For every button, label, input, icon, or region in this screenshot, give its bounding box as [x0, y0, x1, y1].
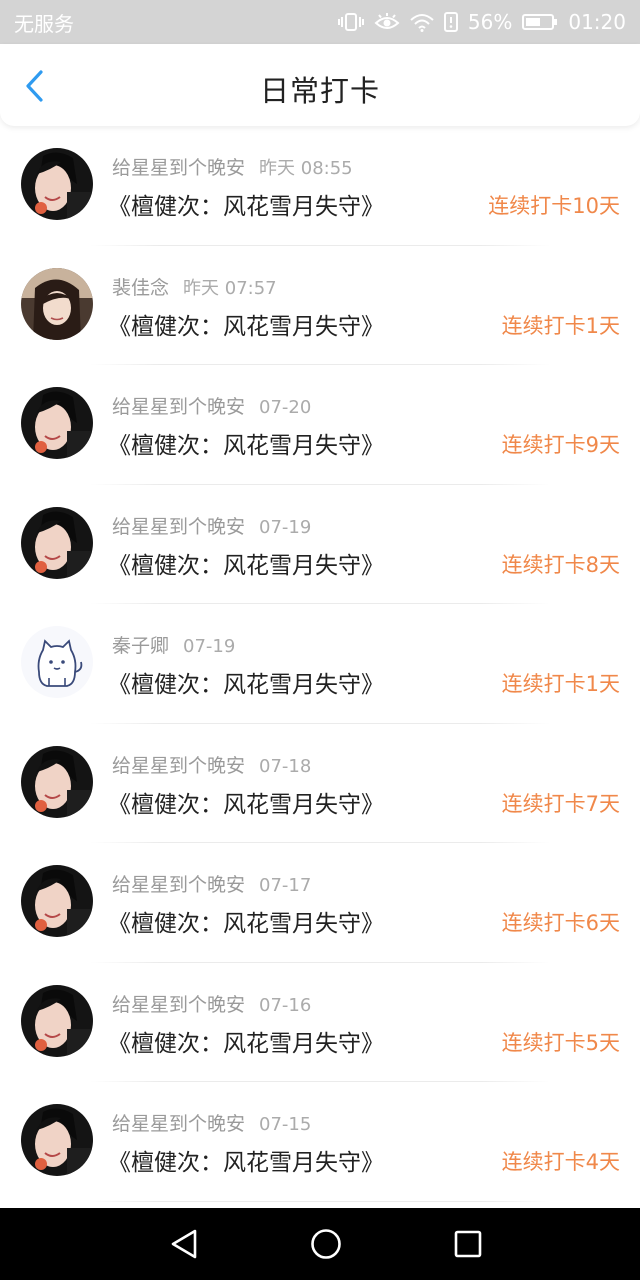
item-meta: 秦子卿 07-19 [112, 631, 235, 658]
book-title[interactable]: 《檀健次：风花雪月失守》 [108, 785, 384, 819]
app-header: 日常打卡 [0, 44, 640, 126]
item-meta: 裴佳念 昨天 07:57 [112, 273, 277, 300]
streak-badge: 连续打卡6天 [501, 911, 620, 935]
list-item[interactable]: 秦子卿 07-19 《檀健次：风花雪月失守》 连续打卡1天 [0, 604, 640, 724]
status-bar: 无服务 56% 01:20 [0, 0, 640, 44]
user-avatar[interactable] [21, 745, 93, 818]
streak-badge: 连续打卡1天 [501, 313, 620, 338]
status-icons: 56% 01:20 [337, 10, 626, 34]
list-item[interactable]: 给星星到个晚安 07-18 《檀健次：风花雪月失守》 连续打卡7天 [0, 724, 640, 843]
user-avatar[interactable] [21, 626, 93, 698]
checkin-list: 给星星到个晚安 昨天 08:55 《檀健次：风花雪月失守》 连续打卡10天 裴佳念… [0, 126, 640, 1202]
checkin-time: 07-16 [259, 994, 312, 1016]
book-title[interactable]: 《檀健次：风花雪月失守》 [108, 1143, 384, 1177]
back-triangle-icon [171, 1229, 197, 1259]
item-meta: 给星星到个晚安 07-15 [112, 1109, 311, 1136]
item-meta: 给星星到个晚安 07-18 [112, 751, 311, 778]
streak-badge: 连续打卡5天 [501, 1030, 620, 1055]
wifi-icon [410, 12, 434, 32]
list-item[interactable]: 给星星到个晚安 07-19 《檀健次：风花雪月失守》 连续打卡8天 [0, 485, 640, 604]
item-meta: 给星星到个晚安 07-19 [112, 512, 311, 539]
nav-recents-button[interactable] [446, 1222, 490, 1266]
user-name[interactable]: 给星星到个晚安 [112, 755, 245, 777]
list-item[interactable]: 给星星到个晚安 昨天 08:55 《檀健次：风花雪月失守》 连续打卡10天 [0, 126, 640, 246]
item-meta: 给星星到个晚安 07-17 [112, 870, 311, 897]
checkin-time: 昨天 08:55 [259, 158, 353, 179]
user-name[interactable]: 给星星到个晚安 [112, 1113, 245, 1135]
book-title[interactable]: 《檀健次：风花雪月失守》 [108, 426, 384, 460]
battery-alert-icon [443, 12, 458, 32]
recents-square-icon [454, 1230, 482, 1258]
streak-badge: 连续打卡1天 [501, 672, 620, 696]
streak-badge: 连续打卡7天 [501, 791, 620, 816]
user-avatar[interactable] [21, 267, 93, 340]
battery-icon [522, 12, 558, 32]
book-title[interactable]: 《檀健次：风花雪月失守》 [108, 665, 384, 699]
user-name[interactable]: 裴佳念 [112, 277, 169, 299]
user-name[interactable]: 给星星到个晚安 [112, 396, 245, 418]
item-meta: 给星星到个晚安 07-16 [112, 990, 311, 1017]
battery-percent: 56% [467, 10, 513, 34]
item-meta: 给星星到个晚安 昨天 08:55 [112, 153, 353, 180]
user-name[interactable]: 给星星到个晚安 [112, 157, 245, 179]
checkin-time: 07-20 [259, 397, 312, 418]
list-item[interactable]: 给星星到个晚安 07-16 《檀健次：风花雪月失守》 连续打卡5天 [0, 963, 640, 1082]
nav-home-button[interactable] [304, 1222, 348, 1266]
user-avatar[interactable] [21, 387, 93, 459]
checkin-time: 07-17 [259, 875, 312, 896]
list-item[interactable]: 给星星到个晚安 07-17 《檀健次：风花雪月失守》 连续打卡6天 [0, 843, 640, 963]
page-title: 日常打卡 [259, 74, 380, 108]
book-title[interactable]: 《檀健次：风花雪月失守》 [108, 546, 384, 580]
checkin-time: 07-19 [183, 636, 236, 657]
checkin-time: 07-19 [259, 516, 312, 538]
book-title[interactable]: 《檀健次：风花雪月失守》 [108, 307, 384, 341]
user-name[interactable]: 给星星到个晚安 [112, 516, 245, 538]
checkin-time: 07-15 [259, 1114, 312, 1135]
streak-badge: 连续打卡10天 [488, 194, 620, 218]
checkin-time: 07-18 [259, 755, 312, 777]
book-title[interactable]: 《檀健次：风花雪月失守》 [108, 904, 384, 938]
list-item[interactable]: 裴佳念 昨天 07:57 《檀健次：风花雪月失守》 连续打卡1天 [0, 246, 640, 365]
carrier-text: 无服务 [14, 11, 74, 36]
eye-comfort-icon [374, 12, 400, 32]
user-avatar[interactable] [21, 865, 93, 937]
checkin-time: 昨天 07:57 [183, 277, 277, 299]
list-item[interactable]: 给星星到个晚安 07-15 《檀健次：风花雪月失守》 连续打卡4天 [0, 1082, 640, 1202]
item-meta: 给星星到个晚安 07-20 [112, 392, 311, 419]
user-avatar[interactable] [21, 148, 93, 220]
book-title[interactable]: 《檀健次：风花雪月失守》 [108, 1024, 384, 1058]
book-title[interactable]: 《檀健次：风花雪月失守》 [108, 187, 384, 221]
system-nav-bar [0, 1208, 640, 1280]
user-name[interactable]: 给星星到个晚安 [112, 874, 245, 896]
status-time: 01:20 [568, 10, 626, 34]
user-avatar[interactable] [21, 984, 93, 1057]
streak-badge: 连续打卡4天 [501, 1150, 620, 1174]
streak-badge: 连续打卡8天 [501, 552, 620, 577]
home-circle-icon [311, 1229, 341, 1259]
user-avatar[interactable] [21, 1104, 93, 1176]
divider [90, 1200, 550, 1202]
nav-back-button[interactable] [162, 1222, 206, 1266]
list-item[interactable]: 给星星到个晚安 07-20 《檀健次：风花雪月失守》 连续打卡9天 [0, 365, 640, 485]
streak-badge: 连续打卡9天 [501, 433, 620, 457]
vibrate-icon [337, 12, 364, 32]
user-avatar[interactable] [21, 506, 93, 579]
user-name[interactable]: 给星星到个晚安 [112, 994, 245, 1016]
user-name[interactable]: 秦子卿 [112, 635, 169, 657]
